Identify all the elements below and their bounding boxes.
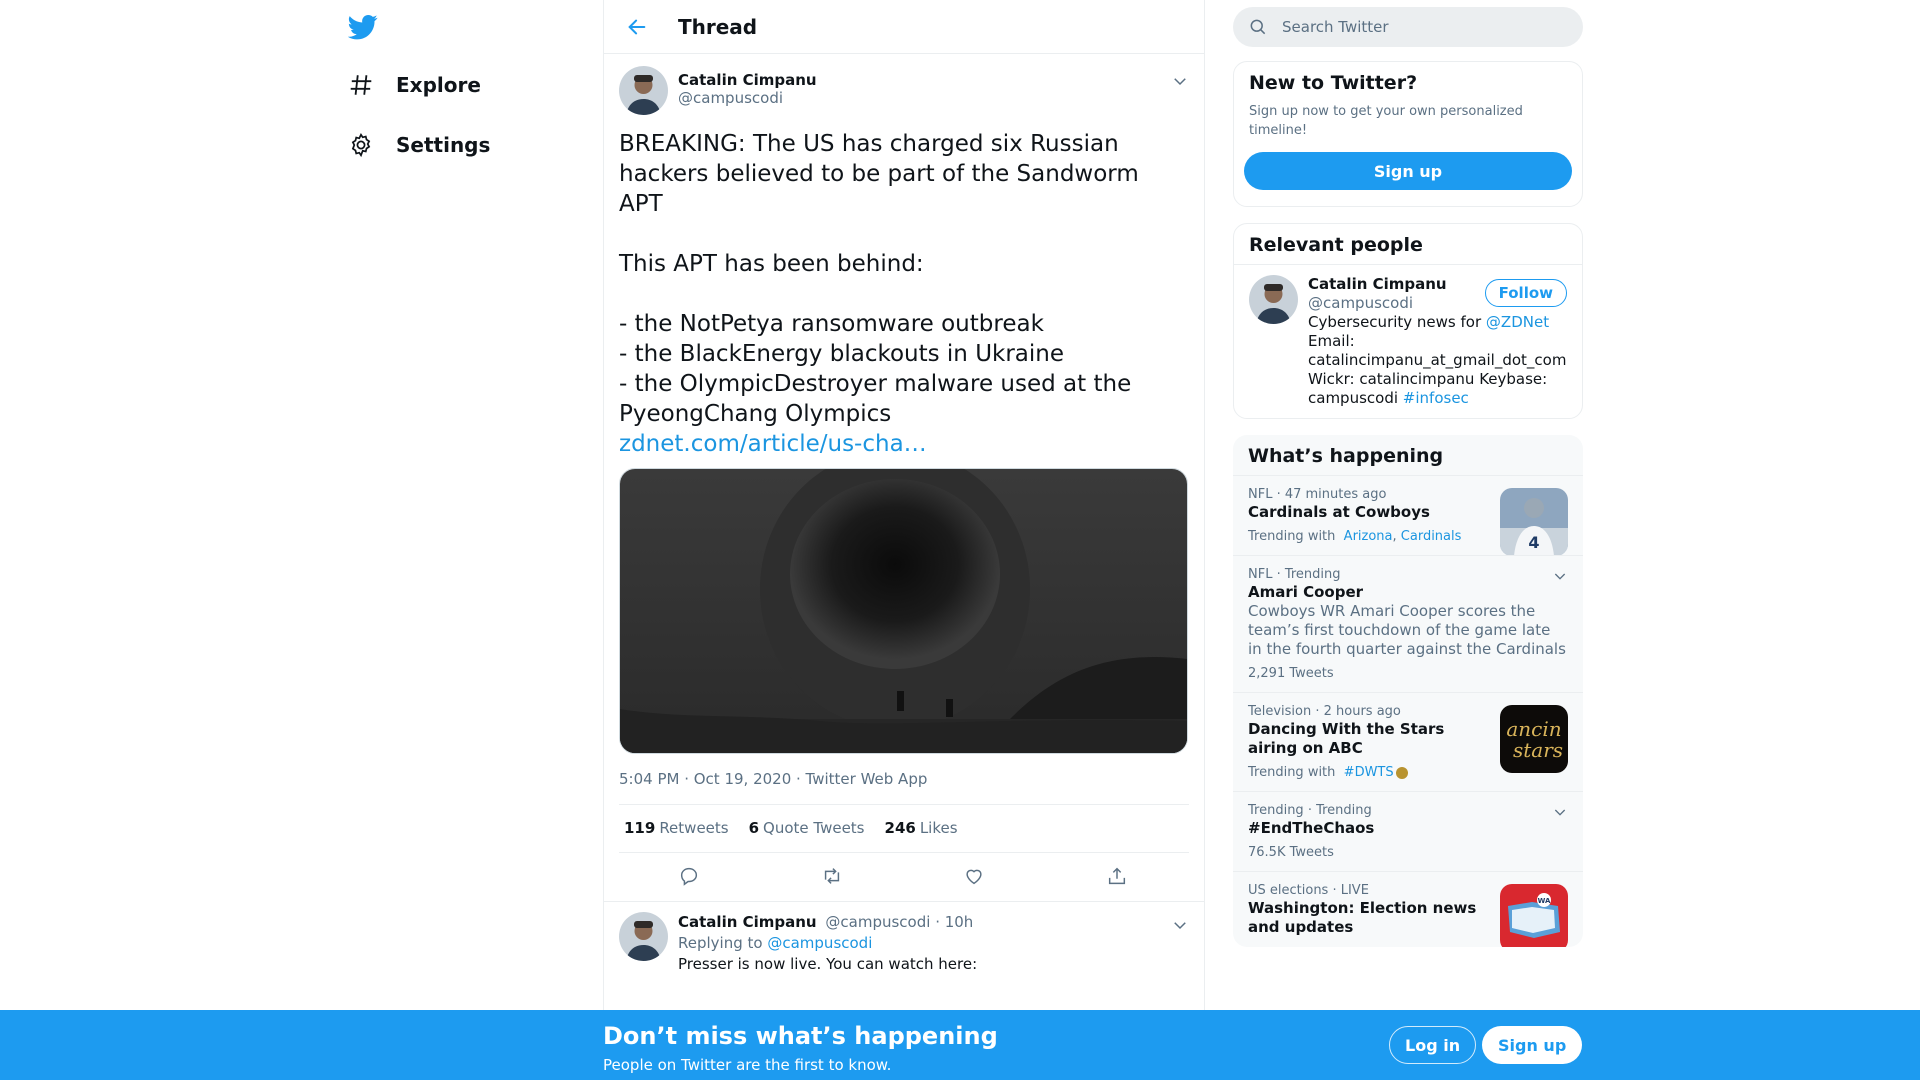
reply-tweet[interactable]: Catalin Cimpanu @campuscodi · 10h Replyi…: [604, 902, 1204, 985]
banner-signup-button[interactable]: Sign up: [1482, 1026, 1583, 1064]
right-sidebar: New to Twitter? Sign up now to get your …: [1233, 0, 1583, 947]
nav-explore[interactable]: Explore: [348, 65, 481, 105]
bio-hashtag-link[interactable]: #infosec: [1403, 389, 1469, 407]
trend-thumbnail: 4: [1500, 488, 1568, 556]
trend-link[interactable]: Arizona: [1344, 529, 1393, 544]
tweet-text: BREAKING: The US has charged six Russian…: [619, 131, 1139, 427]
chevron-down-icon[interactable]: [1552, 568, 1568, 584]
banner-subtitle: People on Twitter are the first to know.: [603, 1056, 892, 1074]
page-title: Thread: [678, 14, 758, 39]
trend-item[interactable]: NFL · Trending Amari Cooper Cowboys WR A…: [1233, 555, 1583, 692]
search-input[interactable]: [1280, 17, 1564, 37]
trend-link[interactable]: Cardinals: [1401, 529, 1462, 544]
dwts-emoji-icon: [1395, 766, 1408, 779]
relevant-people-card: Relevant people Catalin Cimpanu @campusc…: [1233, 223, 1583, 419]
gear-icon: [348, 132, 374, 158]
person-bio: Cybersecurity news for @ZDNet Email: cat…: [1308, 313, 1567, 407]
tweet-timestamp[interactable]: 5:04 PM · Oct 19, 2020 · Twitter Web App: [619, 770, 1189, 805]
trend-thumbnail: ancin stars: [1500, 705, 1568, 773]
tweet-link[interactable]: zdnet.com/article/us-cha…: [619, 429, 1189, 459]
arrow-left-icon[interactable]: [624, 14, 650, 40]
trend-link[interactable]: #DWTS: [1344, 765, 1394, 780]
thread-header: Thread: [604, 0, 1204, 54]
tweet-stats: 119 Retweets 6 Quote Tweets 246 Likes: [619, 805, 1189, 853]
whats-happening-card: What’s happening NFL · 47 minutes ago Ca…: [1233, 435, 1583, 947]
tweet-media-image[interactable]: [619, 468, 1188, 754]
svg-text:4: 4: [1528, 533, 1539, 552]
chevron-down-icon[interactable]: [1171, 72, 1189, 90]
reply-author-handle[interactable]: @campuscodi: [825, 913, 930, 931]
trend-item[interactable]: NFL · 47 minutes ago Cardinals at Cowboy…: [1233, 475, 1583, 556]
share-icon[interactable]: [1106, 865, 1130, 889]
bio-mention-link[interactable]: @ZDNet: [1486, 313, 1549, 331]
new-to-twitter-subtitle: Sign up now to get your own personalized…: [1249, 104, 1523, 138]
whats-happening-title: What’s happening: [1248, 445, 1444, 467]
banner-title: Don’t miss what’s happening: [603, 1022, 998, 1050]
like-icon[interactable]: [963, 865, 987, 889]
tweet-actions: [604, 853, 1204, 902]
hashtag-icon: [348, 72, 374, 98]
likes-stat[interactable]: 246 Likes: [885, 819, 958, 837]
relevant-person[interactable]: Catalin Cimpanu @campuscodi Cybersecurit…: [1234, 265, 1582, 418]
main-column: Thread Catalin Cimpanu @campuscodi BREAK…: [603, 0, 1205, 1010]
relevant-people-title: Relevant people: [1249, 234, 1423, 256]
reply-author-name[interactable]: Catalin Cimpanu: [678, 913, 817, 931]
trend-item[interactable]: Television · 2 hours ago Dancing With th…: [1233, 692, 1583, 791]
trend-item[interactable]: Trending · Trending #EndTheChaos 76.5K T…: [1233, 791, 1583, 871]
new-to-twitter-title: New to Twitter?: [1249, 72, 1418, 94]
trend-item[interactable]: US elections · LIVE Washington: Election…: [1233, 871, 1583, 947]
signup-banner: Don’t miss what’s happening People on Tw…: [0, 1010, 1920, 1080]
replying-to-link[interactable]: @campuscodi: [767, 934, 872, 952]
reply-time[interactable]: · 10h: [935, 913, 973, 931]
svg-text:stars: stars: [1513, 738, 1563, 762]
author-handle[interactable]: @campuscodi: [678, 89, 817, 108]
login-button[interactable]: Log in: [1389, 1026, 1477, 1064]
reply-icon[interactable]: [678, 865, 702, 889]
nav-settings[interactable]: Settings: [348, 125, 490, 165]
avatar[interactable]: [619, 66, 668, 115]
chevron-down-icon[interactable]: [1171, 916, 1189, 934]
nav-settings-label: Settings: [396, 133, 491, 157]
follow-button[interactable]: Follow: [1484, 279, 1567, 307]
reply-header: Catalin Cimpanu @campuscodi · 10h: [678, 912, 977, 933]
svg-text:WA: WA: [1538, 897, 1551, 905]
chevron-down-icon[interactable]: [1552, 804, 1568, 820]
avatar[interactable]: [1249, 275, 1298, 324]
signup-button[interactable]: Sign up: [1244, 152, 1572, 190]
search-icon: [1248, 17, 1268, 37]
reply-text: Presser is now live. You can watch here:: [678, 955, 978, 973]
main-tweet: Catalin Cimpanu @campuscodi BREAKING: Th…: [604, 54, 1204, 902]
avatar[interactable]: [619, 912, 668, 961]
new-to-twitter-card: New to Twitter? Sign up now to get your …: [1233, 61, 1583, 207]
trend-thumbnail: WA: [1500, 884, 1568, 947]
retweets-stat[interactable]: 119 Retweets: [624, 819, 729, 837]
replying-to: Replying to @campuscodi: [678, 934, 873, 952]
twitter-bird-icon[interactable]: [348, 12, 378, 42]
person-name[interactable]: Catalin Cimpanu: [1308, 275, 1447, 293]
author-name[interactable]: Catalin Cimpanu: [678, 71, 817, 89]
nav-explore-label: Explore: [396, 73, 481, 97]
tweet-author: Catalin Cimpanu @campuscodi: [619, 66, 1189, 115]
retweet-icon[interactable]: [821, 865, 845, 889]
left-navigation: Explore Settings: [340, 0, 580, 1010]
quote-tweets-stat[interactable]: 6 Quote Tweets: [749, 819, 865, 837]
search-box[interactable]: [1233, 7, 1583, 47]
